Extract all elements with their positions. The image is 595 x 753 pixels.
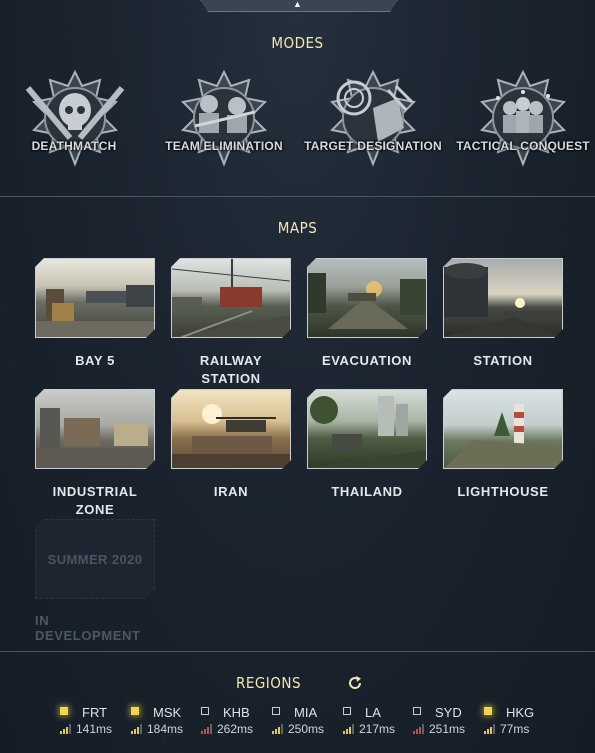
signal-strength-icon <box>413 724 424 734</box>
map-name: LIGHTHOUSE <box>457 484 549 499</box>
map-card-iran[interactable]: IRAN <box>169 389 293 501</box>
map-thumbnail <box>307 258 427 338</box>
mode-tactical-conquest[interactable]: TACTICAL CONQUEST <box>448 66 595 182</box>
region-ping: 250ms <box>288 722 325 736</box>
map-card-railway-station[interactable]: RAILWAY STATION <box>169 258 293 388</box>
region-code: MSK <box>153 705 182 720</box>
signal-strength-icon <box>484 724 495 734</box>
region-checkbox[interactable] <box>201 707 209 715</box>
region-hkg[interactable]: HKG 77ms <box>484 705 554 737</box>
signal-strength-icon <box>60 724 71 734</box>
region-checkbox[interactable] <box>131 707 139 715</box>
map-thumbnail <box>35 258 155 338</box>
region-checkbox[interactable] <box>343 707 351 715</box>
map-name: STATION <box>473 353 533 368</box>
map-card-lighthouse[interactable]: LIGHTHOUSE <box>441 389 565 501</box>
map-name: EVACUATION <box>321 353 413 368</box>
map-card-bay-5[interactable]: BAY 5 <box>33 258 157 370</box>
map-name: INDUSTRIAL ZONE <box>52 484 138 517</box>
mode-label: TACTICAL CONQUEST <box>456 139 590 153</box>
region-code: LA <box>365 705 381 720</box>
map-name: THAILAND <box>331 484 403 499</box>
region-msk[interactable]: MSK 184ms <box>131 705 201 737</box>
signal-strength-icon <box>343 724 354 734</box>
map-card-in-development: SUMMER 2020 IN DEVELOPMENT <box>33 519 157 643</box>
collapse-panel-tab[interactable]: ▲ <box>200 0 398 12</box>
map-thumbnail <box>35 389 155 469</box>
section-divider <box>0 651 595 652</box>
region-khb[interactable]: KHB 262ms <box>201 705 271 737</box>
region-code: FRT <box>82 705 108 720</box>
dev-map-label: SUMMER 2020 <box>47 551 143 567</box>
region-ping: 251ms <box>429 722 466 736</box>
mode-team-elimination[interactable]: TEAM ELIMINATION <box>149 66 299 182</box>
signal-strength-icon <box>272 724 283 734</box>
map-card-station[interactable]: STATION <box>441 258 565 370</box>
refresh-icon[interactable] <box>347 675 363 691</box>
region-checkbox[interactable] <box>413 707 421 715</box>
map-card-industrial-zone[interactable]: INDUSTRIAL ZONE <box>33 389 157 519</box>
region-ping: 77ms <box>500 722 530 736</box>
map-card-evacuation[interactable]: EVACUATION <box>305 258 429 370</box>
region-frt[interactable]: FRT 141ms <box>60 705 130 737</box>
map-card-thailand[interactable]: THAILAND <box>305 389 429 501</box>
section-divider <box>0 196 595 197</box>
map-thumbnail <box>171 258 291 338</box>
dev-map-status: IN DEVELOPMENT <box>35 613 141 643</box>
mode-label: DEATHMATCH <box>31 139 117 153</box>
regions-title: REGIONS <box>235 674 302 692</box>
signal-strength-icon <box>201 724 212 734</box>
map-thumbnail <box>443 389 563 469</box>
region-code: KHB <box>223 705 250 720</box>
region-code: MIA <box>294 705 318 720</box>
region-mia[interactable]: MIA 250ms <box>272 705 342 737</box>
mode-label: TEAM ELIMINATION <box>165 139 283 153</box>
mode-label: TARGET DESIGNATION <box>304 139 442 153</box>
region-checkbox[interactable] <box>60 707 68 715</box>
map-name: IRAN <box>213 484 249 499</box>
signal-strength-icon <box>131 724 142 734</box>
region-ping: 217ms <box>359 722 396 736</box>
mode-target-designation[interactable]: TARGET DESIGNATION <box>298 66 448 182</box>
map-name: RAILWAY STATION <box>199 353 263 386</box>
map-thumbnail <box>443 258 563 338</box>
region-syd[interactable]: SYD 251ms <box>413 705 483 737</box>
soldiers-icon <box>180 69 268 167</box>
region-code: SYD <box>435 705 462 720</box>
mode-deathmatch[interactable]: DEATHMATCH <box>0 66 150 182</box>
region-checkbox[interactable] <box>272 707 280 715</box>
region-code: HKG <box>506 705 535 720</box>
region-ping: 184ms <box>147 722 184 736</box>
squad-icon <box>479 69 567 167</box>
region-ping: 141ms <box>76 722 113 736</box>
chevron-up-icon: ▲ <box>293 0 302 9</box>
region-ping: 262ms <box>217 722 254 736</box>
region-checkbox[interactable] <box>484 707 492 715</box>
dev-map-thumbnail: SUMMER 2020 <box>35 519 155 599</box>
map-thumbnail <box>171 389 291 469</box>
target-grenade-icon <box>329 69 417 167</box>
map-thumbnail <box>307 389 427 469</box>
region-la[interactable]: LA 217ms <box>343 705 413 737</box>
modes-title: MODES <box>271 34 324 52</box>
maps-title: MAPS <box>277 219 318 237</box>
map-name: BAY 5 <box>75 353 115 368</box>
skull-rifles-icon <box>25 69 125 167</box>
